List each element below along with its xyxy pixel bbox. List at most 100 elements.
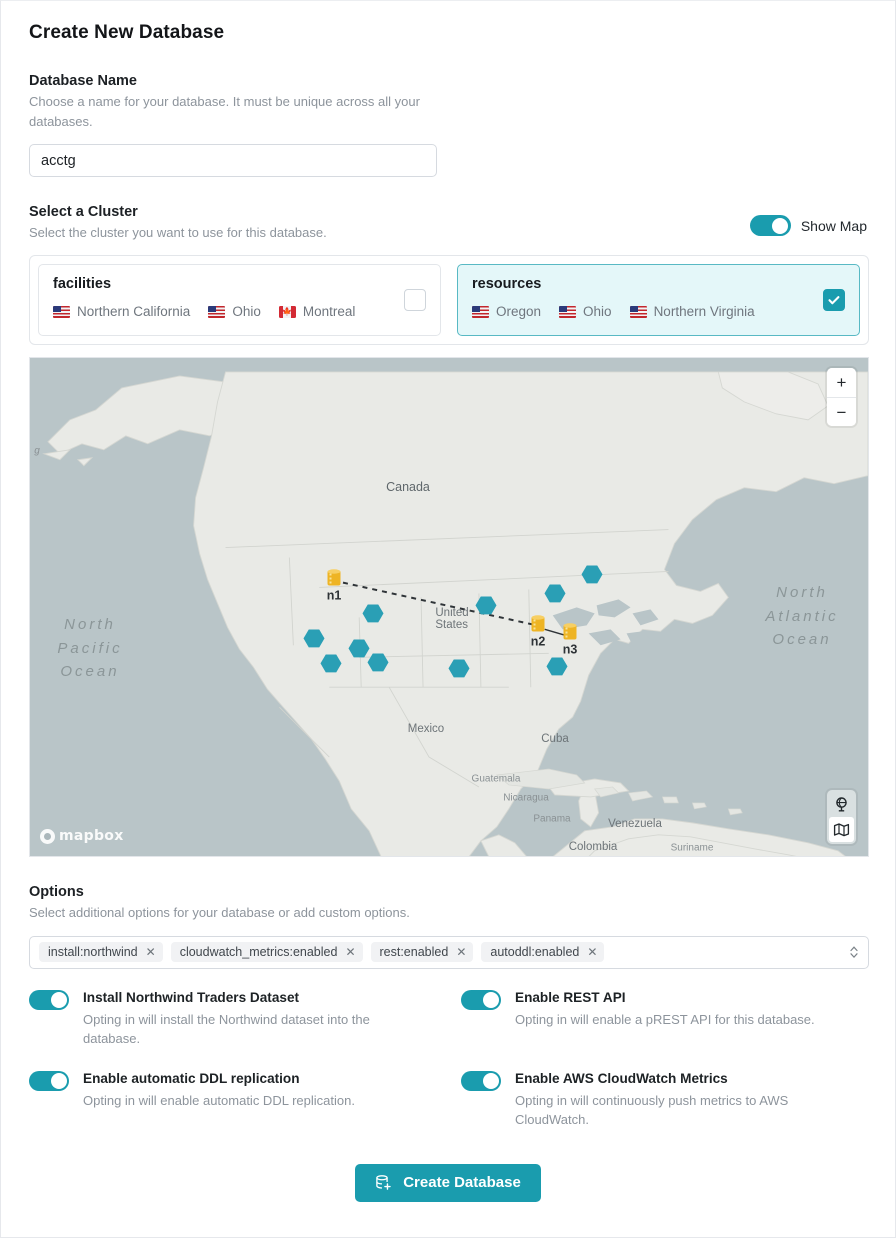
option-title: Enable automatic DDL replication <box>83 1070 300 1086</box>
select-cluster-label: Select a Cluster <box>29 204 138 221</box>
create-database-label: Create Database <box>403 1174 521 1192</box>
option-automatic-ddl-replication[interactable]: Enable automatic DDL replication Opting … <box>29 1070 461 1130</box>
options-help: Select additional options for your datab… <box>29 905 410 921</box>
ca-flag-icon: 🍁 <box>278 305 296 318</box>
database-node-icon <box>563 623 577 640</box>
region-label: Northern California <box>77 304 191 320</box>
database-node-icon <box>531 615 545 632</box>
cluster-card-facilities[interactable]: facilities Northern California Ohio 🍁 Mo… <box>38 264 441 337</box>
option-tag[interactable]: rest:enabled ✕ <box>370 942 474 963</box>
option-tag-label: rest:enabled <box>379 945 449 960</box>
map-ocean-label-atlantic: North Atlantic Ocean <box>765 584 839 649</box>
map-country-label-panama: Panama <box>533 813 571 825</box>
us-flag-icon <box>53 305 70 318</box>
us-flag-icon <box>208 305 226 318</box>
cluster-region: Northern Virginia <box>629 304 755 320</box>
map-country-label-colombia: Colombia <box>568 841 618 854</box>
region-label: Montreal <box>302 304 356 320</box>
cluster-region: Ohio <box>559 304 612 319</box>
map-country-label-canada: Canada <box>386 480 430 495</box>
map-country-label-suriname: Suriname <box>670 842 714 854</box>
cluster-checkbox-facilities[interactable] <box>404 289 426 312</box>
database-plus-icon <box>376 1175 391 1190</box>
cluster-card-name: resources <box>472 276 542 293</box>
map-zoom-out-button[interactable]: − <box>827 397 856 427</box>
map-node-n3[interactable]: n3 <box>563 623 578 657</box>
map-projection-controls[interactable] <box>827 790 856 845</box>
region-label: Northern Virginia <box>653 304 755 320</box>
option-description: Opting in will continuously push metrics… <box>515 1092 789 1128</box>
option-title: Enable AWS CloudWatch Metrics <box>515 1070 728 1086</box>
options-tags-input[interactable]: install:northwind ✕ cloudwatch_metrics:e… <box>29 935 869 969</box>
cluster-region-list: Northern California Ohio 🍁 Montreal <box>53 304 426 319</box>
cluster-list: facilities Northern California Ohio 🍁 Mo… <box>29 255 869 346</box>
create-database-button[interactable]: Create Database <box>355 1163 541 1202</box>
option-tag[interactable]: cloudwatch_metrics:enabled ✕ <box>170 942 363 963</box>
map-node-label: n2 <box>530 634 546 649</box>
cluster-checkbox-resources[interactable] <box>823 289 845 312</box>
globe-icon <box>836 797 847 812</box>
close-icon[interactable]: ✕ <box>345 946 355 958</box>
option-tag[interactable]: autoddl:enabled ✕ <box>481 942 605 963</box>
cluster-region-list: Oregon Ohio Northern Virginia <box>472 304 845 319</box>
map-country-label-mexico: Mexico <box>407 723 445 736</box>
cluster-region: Northern California <box>53 304 190 319</box>
close-icon[interactable]: ✕ <box>146 946 156 958</box>
cluster-region: Oregon <box>472 304 541 319</box>
option-description: Opting in will enable automatic DDL repl… <box>83 1092 355 1108</box>
map-country-label-united-states: United States <box>435 607 469 632</box>
option-toggle[interactable] <box>461 989 501 1010</box>
option-title: Enable REST API <box>515 989 626 1005</box>
map-zoom-controls[interactable]: + − <box>827 368 856 427</box>
option-toggle[interactable] <box>29 989 69 1010</box>
option-aws-cloudwatch-metrics[interactable]: Enable AWS CloudWatch Metrics Opting in … <box>461 1070 867 1130</box>
option-toggle[interactable] <box>461 1070 501 1091</box>
option-install-northwind[interactable]: Install Northwind Traders Dataset Opting… <box>29 989 461 1049</box>
cluster-map[interactable]: North Pacific Ocean North Atlantic Ocean g C… <box>29 357 869 858</box>
option-enable-rest-api[interactable]: Enable REST API Opting in will enable a … <box>461 989 867 1049</box>
region-label: Ohio <box>583 304 612 320</box>
stepper-chevrons-icon[interactable] <box>849 944 859 960</box>
us-flag-icon <box>559 305 577 318</box>
cluster-region: Ohio <box>208 304 261 319</box>
map-node-label: n1 <box>326 588 342 603</box>
page-title: Create New Database <box>29 22 225 43</box>
region-label: Oregon <box>496 304 542 320</box>
map-node-n1[interactable]: n1 <box>327 569 342 603</box>
close-icon[interactable]: ✕ <box>456 946 466 958</box>
options-section: Options Select additional options for yo… <box>29 884 867 923</box>
database-name-label: Database Name <box>29 73 137 89</box>
database-name-section: Database Name Choose a name for your dat… <box>29 73 867 178</box>
region-label: Ohio <box>232 304 261 320</box>
option-description: Opting in will install the Northwind dat… <box>83 1011 370 1047</box>
options-label: Options <box>29 884 84 901</box>
globe-projection-button[interactable] <box>829 792 854 817</box>
database-name-input[interactable] <box>29 144 437 178</box>
cluster-card-resources[interactable]: resources Oregon Ohio Northern Virginia <box>457 264 860 337</box>
show-map-toggle[interactable] <box>749 215 791 237</box>
select-cluster-section: Select a Cluster Select the cluster you … <box>29 204 867 243</box>
us-flag-icon <box>472 305 489 318</box>
map-country-label-cuba: Cuba <box>541 733 569 746</box>
mapbox-wordmark: mapbox <box>59 828 124 845</box>
option-tag-label: autoddl:enabled <box>490 945 580 960</box>
database-name-help: Choose a name for your database. It must… <box>29 94 420 130</box>
mapbox-logo[interactable]: mapbox <box>40 828 124 844</box>
map-node-n2[interactable]: n2 <box>531 615 546 649</box>
close-icon[interactable]: ✕ <box>587 946 597 958</box>
option-toggle[interactable] <box>29 1070 69 1091</box>
show-map-control[interactable]: Show Map <box>749 215 867 237</box>
cluster-card-name: facilities <box>53 276 112 293</box>
flat-map-projection-button[interactable] <box>829 817 854 843</box>
create-database-card: Create New Database Database Name Choose… <box>0 0 896 1238</box>
map-zoom-in-button[interactable]: + <box>827 368 856 398</box>
option-tag-label: cloudwatch_metrics:enabled <box>179 945 338 960</box>
map-country-label-nicaragua: Nicaragua <box>503 792 549 804</box>
form-footer: Create Database <box>29 1163 867 1202</box>
option-tag[interactable]: install:northwind ✕ <box>39 942 163 963</box>
option-description: Opting in will enable a pREST API for th… <box>515 1011 815 1027</box>
map-country-label-venezuela: Venezuela <box>608 818 662 831</box>
toggle-knob <box>772 217 789 234</box>
map-country-label-guatemala: Guatemala <box>471 773 521 785</box>
database-node-icon <box>327 569 341 586</box>
